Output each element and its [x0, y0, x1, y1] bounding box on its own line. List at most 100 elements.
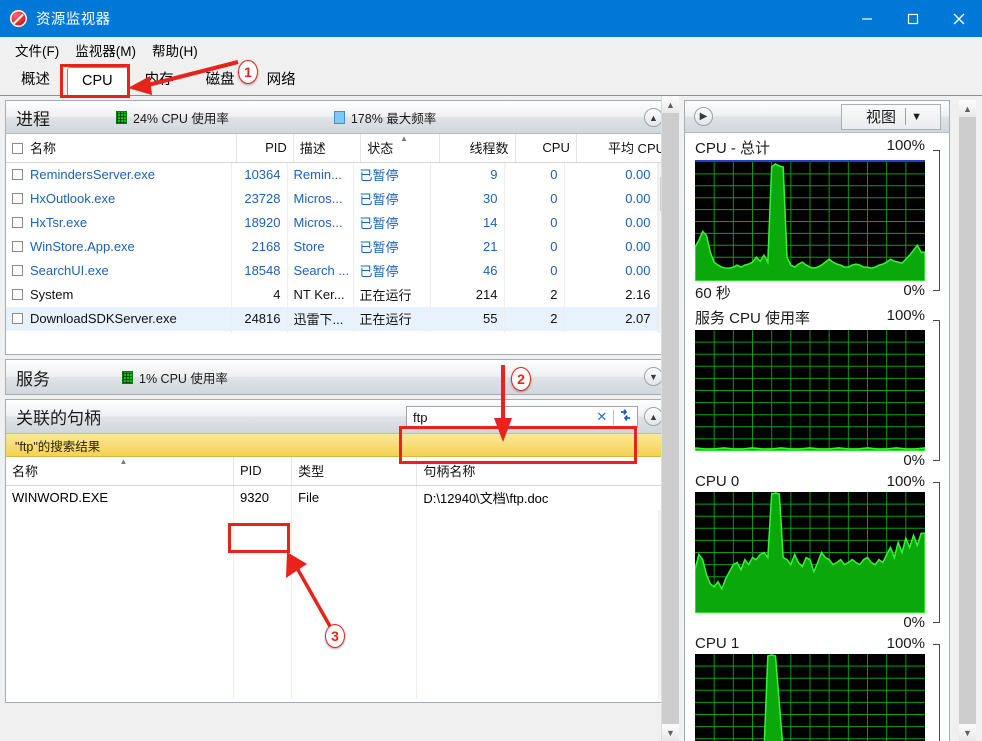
handle-search-input[interactable]	[407, 408, 591, 426]
table-row[interactable]: audiodg.exe 24932 Windo... 正在运行 9 2 1.35	[6, 331, 671, 333]
handle-pid-cell: 9320	[233, 485, 293, 510]
row-description: NT Ker...	[287, 283, 354, 307]
table-row[interactable]: SearchUI.exe 18548 Search ... 已暂停 46 0 0…	[6, 259, 671, 283]
graph-service-cpu: 服务 CPU 使用率 100% 0%	[685, 303, 949, 469]
graph-axis-bracket	[929, 644, 941, 741]
graph-canvas	[695, 492, 925, 613]
tab-overview[interactable]: 概述	[6, 62, 65, 96]
annotation-box-search	[399, 426, 637, 464]
table-row[interactable]: RemindersServer.exe 10364 Remin... 已暂停 9…	[6, 163, 671, 187]
chevron-right-icon[interactable]: ▶	[694, 107, 713, 126]
scroll-up-icon[interactable]: ▲	[959, 100, 976, 117]
row-description: Search ...	[287, 259, 354, 283]
row-checkbox[interactable]	[12, 265, 23, 276]
graph-max-label: 100%	[886, 137, 925, 154]
select-all-checkbox[interactable]	[12, 143, 23, 154]
row-pid: 10364	[231, 163, 288, 187]
handle-search-box[interactable]: ✕	[406, 406, 638, 428]
annotation-box-cpu-tab	[60, 64, 130, 98]
tab-network[interactable]: 网络	[252, 62, 311, 96]
graph-cpu-0: CPU 0 100% 0%	[685, 469, 949, 631]
row-description: Store	[287, 235, 354, 259]
col-cpu[interactable]: CPU	[515, 134, 577, 163]
graph-canvas	[695, 160, 925, 281]
right-pane-scrollbar[interactable]: ▲ ▼	[959, 100, 976, 741]
row-cpu: 0	[504, 259, 565, 283]
table-row[interactable]: WinStore.App.exe 2168 Store 已暂停 21 0 0.0…	[6, 235, 671, 259]
window-titlebar: 资源监视器	[0, 0, 982, 37]
row-cpu: 2	[504, 331, 565, 333]
graph-plot	[695, 654, 925, 741]
processes-rows-container: RemindersServer.exe 10364 Remin... 已暂停 9…	[6, 163, 672, 333]
menu-help[interactable]: 帮助(H)	[145, 38, 207, 62]
col-process-name[interactable]: 名称	[6, 134, 237, 163]
row-description: Micros...	[287, 211, 354, 235]
graph-canvas	[695, 330, 925, 451]
tab-strip: 概述 CPU 内存 磁盘 网络	[0, 63, 982, 96]
col-status[interactable]: ▲ 状态	[360, 134, 440, 163]
row-checkbox[interactable]	[12, 289, 23, 300]
col-pid[interactable]: PID	[236, 134, 294, 163]
row-description: 迅雷下...	[287, 307, 354, 331]
processes-section: 进程 24% CPU 使用率 178% 最大频率 ▲ 名称 PID 描述 ▲ 状…	[5, 100, 673, 355]
graph-plot	[695, 330, 925, 451]
services-title: 服务	[16, 369, 50, 389]
scroll-down-icon[interactable]: ▼	[662, 724, 679, 741]
row-status: 已暂停	[353, 211, 431, 235]
col-handle-pid[interactable]: PID	[233, 457, 293, 486]
graph-plot	[695, 162, 925, 281]
view-button[interactable]: 视图 ▼	[841, 103, 941, 130]
search-refresh-icon[interactable]	[614, 408, 637, 426]
left-pane-scrollbar[interactable]: ▲ ▼	[661, 96, 679, 741]
content-area: 进程 24% CPU 使用率 178% 最大频率 ▲ 名称 PID 描述 ▲ 状…	[0, 96, 982, 741]
row-status: 正在运行	[353, 307, 431, 331]
row-checkbox[interactable]	[12, 241, 23, 252]
window-title: 资源监视器	[36, 12, 111, 28]
graphs-panel-header: ▶ 视图 ▼	[685, 101, 949, 133]
table-row[interactable]: DownloadSDKServer.exe 24816 迅雷下... 正在运行 …	[6, 307, 671, 331]
row-threads: 55	[430, 307, 505, 331]
handle-row-path: D:\12940\文档\ftp.doc	[416, 485, 672, 510]
graph-max-label: 100%	[886, 307, 925, 324]
col-handle-name[interactable]: ▲ 名称	[6, 457, 234, 486]
row-checkbox[interactable]	[12, 193, 23, 204]
col-description[interactable]: 描述	[293, 134, 362, 163]
row-process-name: WinStore.App.exe	[30, 239, 135, 254]
row-pid: 4	[231, 283, 288, 307]
menu-file[interactable]: 文件(F)	[8, 38, 68, 62]
table-row[interactable]: WINWORD.EXE 9320 File D:\12940\文档\ftp.do…	[6, 485, 672, 510]
col-status-label: 状态	[367, 141, 394, 156]
table-row[interactable]: HxTsr.exe 18920 Micros... 已暂停 14 0 0.00	[6, 211, 671, 235]
row-cpu: 0	[504, 211, 565, 235]
col-handle-name-label: 名称	[12, 464, 39, 479]
scroll-down-icon[interactable]: ▼	[959, 724, 976, 741]
row-checkbox[interactable]	[12, 217, 23, 228]
processes-legend-freq: 178% 最大频率	[333, 108, 436, 127]
close-button[interactable]	[936, 0, 982, 37]
row-pid: 2168	[231, 235, 288, 259]
row-avg-cpu: 1.35	[564, 331, 658, 333]
row-description: Micros...	[287, 187, 354, 211]
services-header[interactable]: 服务 1% CPU 使用率 ▼	[6, 360, 672, 394]
scrollbar-track[interactable]	[662, 113, 679, 724]
prohibited-circle-icon	[10, 10, 27, 27]
row-status: 正在运行	[353, 283, 431, 307]
minimize-button[interactable]	[844, 0, 890, 37]
row-checkbox[interactable]	[12, 313, 23, 324]
processes-title: 进程	[16, 109, 50, 129]
menu-monitor[interactable]: 监视器(M)	[68, 38, 145, 62]
scroll-up-icon[interactable]: ▲	[662, 96, 679, 113]
tab-memory[interactable]: 内存	[130, 62, 189, 96]
maximize-button[interactable]	[890, 0, 936, 37]
row-process-name: DownloadSDKServer.exe	[30, 311, 177, 326]
clear-search-x-icon[interactable]: ✕	[591, 409, 613, 425]
row-checkbox[interactable]	[12, 169, 23, 180]
table-row[interactable]: System 4 NT Ker... 正在运行 214 2 2.16	[6, 283, 671, 307]
col-avg-cpu[interactable]: 平均 CPU	[576, 134, 673, 163]
graph-title: 服务 CPU 使用率	[695, 310, 811, 327]
processes-header[interactable]: 进程 24% CPU 使用率 178% 最大频率 ▲	[6, 101, 672, 134]
table-row[interactable]: HxOutlook.exe 23728 Micros... 已暂停 30 0 0…	[6, 187, 671, 211]
row-cpu: 0	[504, 163, 565, 187]
col-threads[interactable]: 线程数	[439, 134, 516, 163]
row-pid: 24816	[231, 307, 288, 331]
